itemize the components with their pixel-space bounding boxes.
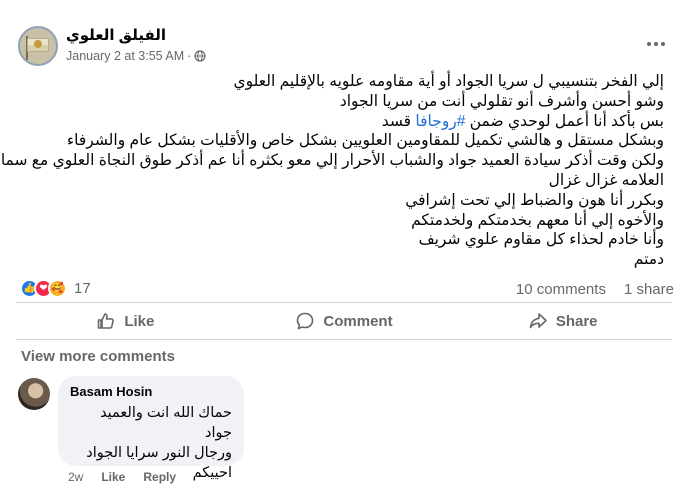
share-icon — [529, 313, 547, 329]
comment-bubble: Basam Hosin حماك الله انت والعميد جواد و… — [58, 376, 244, 481]
post-line-suffix: قسد — [381, 112, 416, 130]
more-options-icon[interactable] — [644, 34, 668, 54]
post-meta: January 2 at 3:55 AM · — [66, 49, 206, 63]
globe-icon[interactable] — [194, 50, 206, 62]
comment-actions: 2w Like Reply — [68, 470, 176, 484]
comment-line: ورجال النور سرايا الجواد — [86, 445, 232, 461]
meta-separator: · — [187, 49, 192, 63]
share-button-label: Share — [555, 312, 598, 330]
post-line-hashtag: بس بأكد أنا أعمل لوحدي ضمن #روجافا قسد — [24, 112, 664, 132]
comments-count[interactable]: 10 comments — [516, 281, 606, 298]
shares-count[interactable]: 1 share — [624, 281, 674, 298]
post-line: ولكن وقت أذكر سيادة العميد جواد والشباب … — [0, 152, 664, 170]
comment-age[interactable]: 2w — [68, 470, 83, 484]
comment-line: حماك الله انت والعميد جواد — [100, 405, 232, 441]
page-name[interactable]: الفيلق العلوي — [66, 26, 166, 44]
post-line: وأنا خادم لحذاء كل مقاوم علوي شريف — [418, 231, 664, 249]
share-button[interactable]: Share — [453, 304, 672, 338]
comment-icon — [297, 312, 314, 330]
post-line: وبشكل مستقل و هالشي تكميل للمقاومين العل… — [66, 132, 664, 150]
post-text: إلي الفخر بتنسيبي ل سريا الجواد أو أية م… — [0, 72, 665, 270]
reactions-summary[interactable]: 👍 ❤ 🥰 17 — [20, 279, 91, 298]
reaction-count[interactable]: 17 — [74, 280, 91, 297]
post-line: وبكرر أنا هون والضباط إلي تحت إشرافي — [405, 191, 664, 209]
post-actions: Like Comment Share — [16, 304, 672, 338]
post-timestamp[interactable]: January 2 at 3:55 AM — [66, 49, 184, 63]
flag-emblem — [34, 40, 42, 48]
like-button-label: Like — [124, 312, 155, 330]
commenter-avatar[interactable] — [18, 378, 50, 410]
comment-button-label: Comment — [323, 312, 393, 330]
comment-like-button[interactable]: Like — [101, 470, 125, 484]
comment-reply-button[interactable]: Reply — [143, 470, 176, 484]
divider — [16, 302, 672, 303]
care-reaction-icon: 🥰 — [48, 279, 67, 298]
post-line-prefix: بس بأكد أنا أعمل لوحدي ضمن — [465, 112, 664, 130]
comment-author[interactable]: Basam Hosin — [70, 384, 232, 399]
like-button[interactable]: Like — [16, 304, 235, 338]
post-line: وشو أحسن وأشرف أنو تقلولي أنت من سريا ال… — [339, 92, 664, 110]
post-header: الفيلق العلوي January 2 at 3:55 AM · — [16, 22, 672, 72]
page-avatar[interactable] — [18, 26, 58, 66]
view-more-comments[interactable]: View more comments — [21, 348, 175, 365]
post-counts: 10 comments 1 share — [516, 281, 674, 298]
post-line: دمتم — [633, 251, 664, 269]
post-line: العلامه غزال غزال — [548, 171, 664, 189]
post-line: والأخوه إلي أنا معهم بخدمتكم ولخدمتكم — [411, 211, 664, 229]
post-line: إلي الفخر بتنسيبي ل سريا الجواد أو أية م… — [233, 73, 665, 90]
hashtag-link[interactable]: #روجافا — [415, 113, 465, 130]
comment-button[interactable]: Comment — [235, 304, 454, 338]
thumbs-up-icon — [98, 313, 115, 329]
divider — [16, 339, 672, 340]
